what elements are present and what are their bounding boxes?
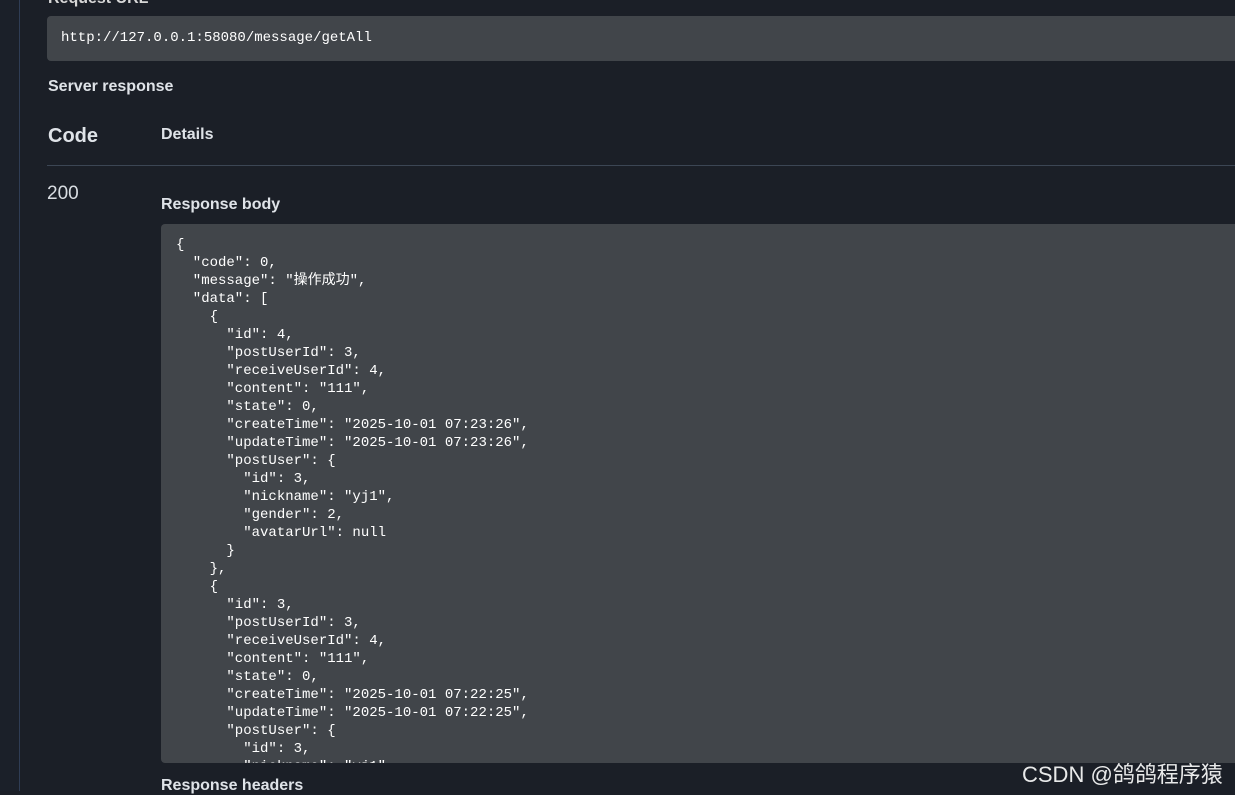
server-response-title: Server response	[48, 78, 174, 95]
request-url-box[interactable]: http://127.0.0.1:58080/message/getAll	[47, 16, 1235, 61]
status-code: 200	[47, 183, 79, 204]
table-divider	[47, 165, 1235, 166]
csdn-watermark: CSDN @鸽鸽程序猿	[1022, 762, 1223, 787]
request-url-text: http://127.0.0.1:58080/message/getAll	[61, 30, 372, 46]
response-body-json: { "code": 0, "message": "操作成功", "data": …	[176, 237, 529, 763]
request-url-heading: Request URL	[48, 0, 148, 8]
code-column-header: Code	[48, 125, 98, 147]
left-rail	[0, 0, 20, 791]
details-column-header: Details	[161, 126, 214, 143]
response-headers-label: Response headers	[161, 777, 304, 794]
response-body-box[interactable]: { "code": 0, "message": "操作成功", "data": …	[161, 224, 1235, 763]
response-body-label: Response body	[161, 196, 281, 213]
